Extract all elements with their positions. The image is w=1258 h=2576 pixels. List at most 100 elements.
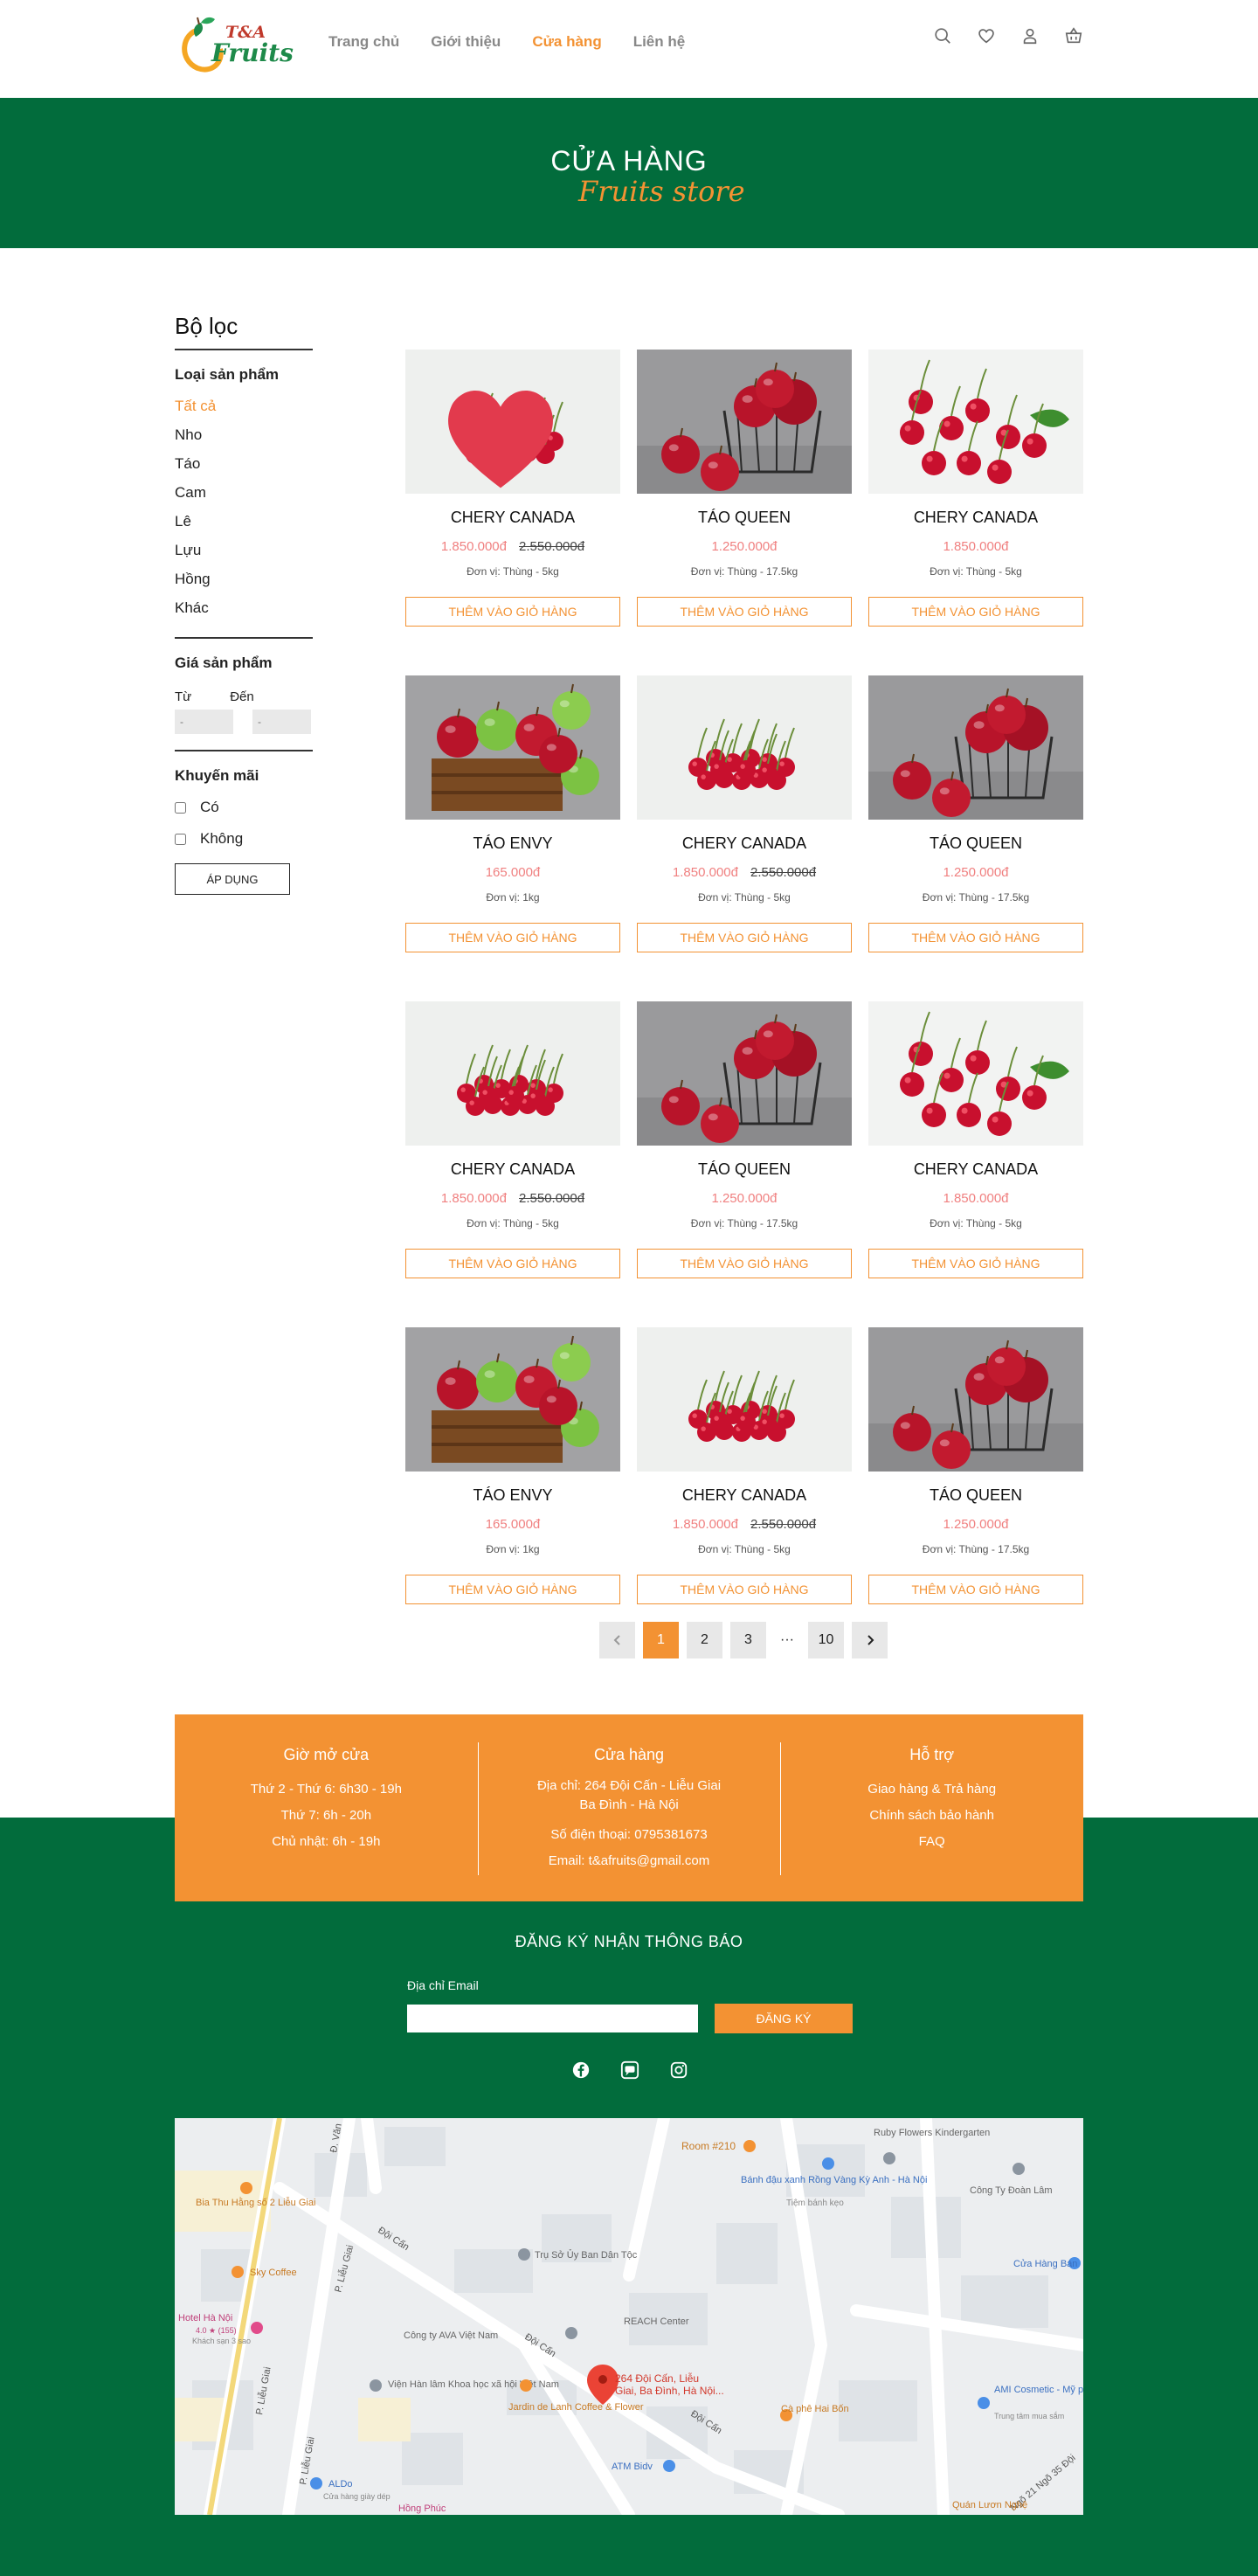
product-image[interactable] (637, 350, 852, 494)
add-to-cart-button[interactable]: THÊM VÀO GIỎ HÀNG (637, 1575, 852, 1604)
category-persimmon[interactable]: Hồng (175, 571, 313, 599)
map-canvas[interactable]: Đội Cấn Đội Cấn Đội Cấn P. Liễu Giai P. … (175, 2118, 1083, 2515)
category-other[interactable]: Khác (175, 599, 313, 628)
nav-contact[interactable]: Liên hệ (633, 33, 686, 51)
product-name[interactable]: CHERY CANADA (405, 509, 620, 527)
map-pin-icon[interactable] (251, 2322, 263, 2334)
product-name[interactable]: TÁO QUEEN (868, 1486, 1083, 1505)
add-to-cart-button[interactable]: THÊM VÀO GIỎ HÀNG (405, 1249, 620, 1278)
product-name[interactable]: CHERY CANADA (637, 834, 852, 853)
add-to-cart-button[interactable]: THÊM VÀO GIỎ HÀNG (868, 597, 1083, 627)
map-pin-icon[interactable] (370, 2379, 382, 2392)
map-pin-icon[interactable] (822, 2157, 834, 2170)
product-card[interactable]: CHERY CANADA 1.850.000đ 2.550.000đ Đơn vị: … (637, 1327, 852, 1604)
product-name[interactable]: TÁO ENVY (405, 834, 620, 853)
map-pin-icon[interactable] (743, 2140, 756, 2152)
product-card[interactable]: TÁO QUEEN 1.250.000đ Đơn vị: Thùng - 17.5k… (637, 350, 852, 627)
add-to-cart-button[interactable]: THÊM VÀO GIỎ HÀNG (868, 1575, 1083, 1604)
add-to-cart-button[interactable]: THÊM VÀO GIỎ HÀNG (405, 597, 620, 627)
apply-filter-button[interactable]: ÁP DỤNG (175, 863, 290, 895)
add-to-cart-button[interactable]: THÊM VÀO GIỎ HÀNG (868, 1249, 1083, 1278)
instagram-icon[interactable] (669, 2060, 688, 2080)
page-3-button[interactable]: 3 (730, 1622, 766, 1658)
nav-store[interactable]: Cửa hàng (532, 33, 601, 51)
product-image[interactable] (405, 1001, 620, 1146)
product-name[interactable]: CHERY CANADA (637, 1486, 852, 1505)
page-1-button[interactable]: 1 (643, 1622, 679, 1658)
map-pin-icon[interactable] (240, 2182, 252, 2194)
product-name[interactable]: TÁO QUEEN (637, 509, 852, 527)
category-pomegranate[interactable]: Lựu (175, 542, 313, 571)
product-name[interactable]: TÁO ENVY (405, 1486, 620, 1505)
product-image[interactable] (637, 1327, 852, 1472)
facebook-icon[interactable] (571, 2060, 591, 2080)
map-pin-icon[interactable] (310, 2477, 322, 2489)
add-to-cart-button[interactable]: THÊM VÀO GIỎ HÀNG (405, 923, 620, 952)
add-to-cart-button[interactable]: THÊM VÀO GIỎ HÀNG (637, 1249, 852, 1278)
map-pin-icon[interactable] (1013, 2163, 1025, 2175)
product-card[interactable]: CHERY CANADA 1.850.000đ 2.550.000đ Đơn vị: … (405, 350, 620, 627)
map-pin-icon[interactable] (663, 2460, 675, 2472)
product-name[interactable]: TÁO QUEEN (637, 1160, 852, 1179)
product-image[interactable] (637, 1001, 852, 1146)
category-grape[interactable]: Nho (175, 426, 313, 455)
product-card[interactable]: TÁO QUEEN 1.250.000đ Đơn vị: Thùng - 17.5k… (637, 1001, 852, 1278)
product-name[interactable]: CHERY CANADA (405, 1160, 620, 1179)
product-card[interactable]: TÁO ENVY 165.000đ Đơn vị: 1kg THÊM VÀO GIỎ … (405, 675, 620, 952)
map-pin-icon[interactable] (518, 2248, 530, 2261)
add-to-cart-button[interactable]: THÊM VÀO GIỎ HÀNG (405, 1575, 620, 1604)
nav-about[interactable]: Giới thiệu (431, 33, 501, 51)
price-to-input[interactable] (252, 710, 311, 734)
product-image[interactable] (637, 675, 852, 820)
map-pin-icon[interactable] (232, 2266, 244, 2278)
category-orange[interactable]: Cam (175, 484, 313, 513)
category-all[interactable]: Tất cả (175, 398, 313, 426)
zalo-icon[interactable] (620, 2060, 639, 2080)
search-icon[interactable] (933, 26, 952, 45)
add-to-cart-button[interactable]: THÊM VÀO GIỎ HÀNG (868, 923, 1083, 952)
product-image[interactable] (868, 675, 1083, 820)
promo-option-no[interactable]: Không (175, 830, 313, 848)
next-page-button[interactable] (852, 1622, 888, 1658)
add-to-cart-button[interactable]: THÊM VÀO GIỎ HÀNG (637, 923, 852, 952)
promo-option-yes[interactable]: Có (175, 799, 313, 816)
map-pin-icon[interactable] (565, 2327, 577, 2339)
product-image[interactable] (405, 350, 620, 494)
product-image[interactable] (868, 1001, 1083, 1146)
map-pin-icon[interactable] (520, 2379, 532, 2392)
category-pear[interactable]: Lê (175, 513, 313, 542)
store-map[interactable]: Đội Cấn Đội Cấn Đội Cấn P. Liễu Giai P. … (175, 2118, 1083, 2515)
email-field[interactable] (407, 2005, 698, 2032)
cart-icon[interactable] (1064, 26, 1083, 45)
product-card[interactable]: TÁO QUEEN 1.250.000đ Đơn vị: Thùng - 17.5k… (868, 1327, 1083, 1604)
footer-link-warranty[interactable]: Chính sách bảo hành (780, 1803, 1083, 1829)
promo-yes-checkbox[interactable] (175, 801, 186, 814)
product-card[interactable]: CHERY CANADA 1.850.000đ Đơn vị: Thùng - 5k… (868, 1001, 1083, 1278)
page-10-button[interactable]: 10 (808, 1622, 844, 1658)
product-image[interactable] (868, 350, 1083, 494)
product-card[interactable]: CHERY CANADA 1.850.000đ Đơn vị: Thùng - 5k… (868, 350, 1083, 627)
subscribe-button[interactable]: ĐĂNG KÝ (715, 2004, 853, 2033)
brand-logo[interactable]: T&A Fruits (173, 10, 294, 79)
price-from-input[interactable] (175, 710, 233, 734)
user-icon[interactable] (1020, 26, 1040, 45)
product-image[interactable] (405, 1327, 620, 1472)
footer-link-faq[interactable]: FAQ (780, 1829, 1083, 1855)
page-2-button[interactable]: 2 (687, 1622, 722, 1658)
map-pin-icon[interactable] (978, 2397, 990, 2409)
product-image[interactable] (868, 1327, 1083, 1472)
prev-page-button[interactable] (599, 1622, 635, 1658)
add-to-cart-button[interactable]: THÊM VÀO GIỎ HÀNG (637, 597, 852, 627)
product-image[interactable] (405, 675, 620, 820)
heart-icon[interactable] (977, 26, 996, 45)
category-apple[interactable]: Táo (175, 455, 313, 484)
product-card[interactable]: CHERY CANADA 1.850.000đ 2.550.000đ Đơn vị: … (405, 1001, 620, 1278)
product-card[interactable]: TÁO ENVY 165.000đ Đơn vị: 1kg THÊM VÀO GIỎ … (405, 1327, 620, 1604)
map-pin-icon[interactable] (883, 2152, 895, 2164)
product-name[interactable]: TÁO QUEEN (868, 834, 1083, 853)
product-card[interactable]: TÁO QUEEN 1.250.000đ Đơn vị: Thùng - 17.5k… (868, 675, 1083, 952)
promo-no-checkbox[interactable] (175, 833, 186, 845)
nav-home[interactable]: Trang chủ (328, 33, 399, 51)
product-name[interactable]: CHERY CANADA (868, 1160, 1083, 1179)
product-card[interactable]: CHERY CANADA 1.850.000đ 2.550.000đ Đơn vị: … (637, 675, 852, 952)
